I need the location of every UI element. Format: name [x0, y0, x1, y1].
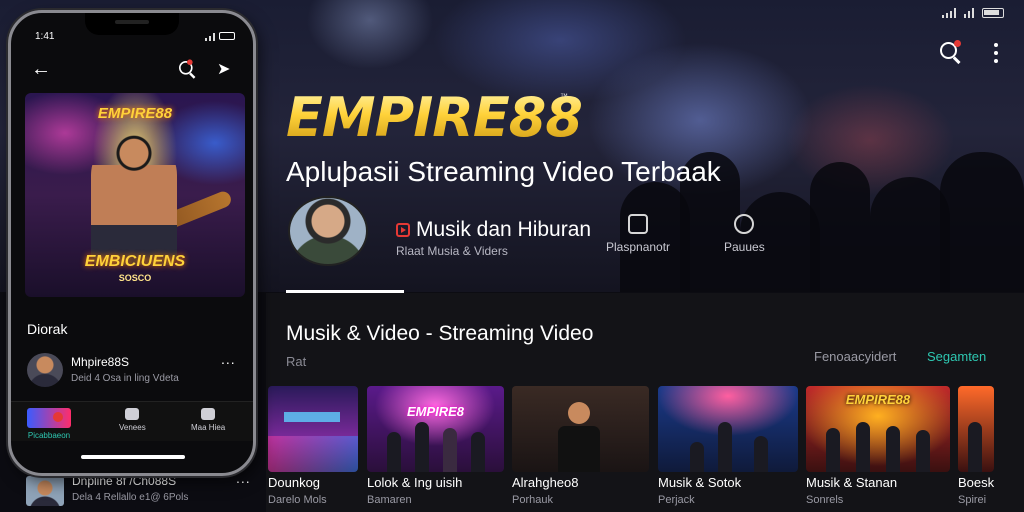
signal-icon	[205, 31, 215, 41]
phone-status-bar	[205, 31, 235, 41]
card-title[interactable]: Lolok & Ing uisih	[367, 475, 462, 490]
share-icon[interactable]: ➤	[217, 59, 230, 79]
card-thumb-text: EMPIRE88	[845, 392, 911, 407]
section-title: Musik & Video - Streaming Video	[286, 322, 594, 345]
video-card[interactable]	[658, 386, 798, 472]
stat-photos[interactable]: Pauues	[724, 214, 765, 254]
video-card[interactable]: EMPIRE8	[367, 386, 504, 472]
page-title: Apluþasii Streaming Video Terbaak	[286, 156, 721, 187]
phone-mockup: 1:41 ← ➤ EMPIRE88 EMBICIUENS SOSCO Diora…	[8, 10, 256, 476]
card-title[interactable]: Boesk	[958, 475, 994, 490]
card-subtitle: Perjack	[658, 494, 695, 506]
poster-title: EMBICIUENS	[84, 253, 186, 270]
avatar[interactable]	[26, 476, 64, 506]
card-title[interactable]: Musik & Stanan	[806, 475, 897, 490]
phone-notch	[85, 13, 179, 35]
nav-label: Maa Hiea	[191, 423, 226, 432]
bottom-nav: Picabbaeon Venees Maa Hiea	[11, 401, 253, 441]
nav-label: Picabbaeon	[27, 431, 71, 440]
signal-icon	[942, 8, 956, 18]
category-link[interactable]: Musik dan Hiburan	[396, 218, 591, 242]
user-icon	[125, 408, 140, 420]
phone-section-label: Diorak	[27, 321, 68, 337]
trademark: ™	[560, 92, 568, 101]
search-icon[interactable]	[940, 40, 962, 64]
stat-likes[interactable]: Plaspnanotr	[606, 214, 670, 254]
channel-avatar[interactable]	[288, 196, 368, 266]
list-item-title[interactable]: Dnpline 8f /Ch088S	[72, 474, 176, 488]
section-link-secondary[interactable]: Fenoaacyidert	[814, 349, 896, 364]
video-card[interactable]	[958, 386, 994, 472]
card-subtitle: Porhauk	[512, 494, 553, 506]
nav-item-library[interactable]: Maa Hiea	[191, 408, 225, 432]
list-item-title[interactable]: Mhpire88S	[71, 355, 129, 369]
video-card[interactable]: EMPIRE88	[806, 386, 950, 472]
status-bar	[942, 8, 1004, 18]
poster-subtitle: SOSCO	[118, 273, 152, 283]
home-thumbnail-icon	[27, 408, 71, 428]
section-subtitle: Rat	[286, 354, 307, 369]
more-options-icon[interactable]: ...	[236, 470, 251, 486]
nav-item-home[interactable]: Picabbaeon	[27, 408, 71, 440]
library-icon	[201, 408, 216, 420]
notification-dot	[187, 59, 193, 65]
nav-item-videos[interactable]: Venees	[119, 408, 146, 432]
card-title[interactable]: Musik & Sotok	[658, 475, 741, 490]
card-title[interactable]: Alrahgheo8	[512, 475, 579, 490]
battery-icon	[219, 32, 235, 40]
stat-label: Plaspnanotr	[606, 240, 671, 254]
avatar[interactable]	[27, 353, 63, 387]
card-subtitle: Darelo Mols	[268, 494, 327, 506]
thumbs-up-icon	[628, 214, 649, 234]
card-subtitle: Bamaren	[367, 494, 412, 506]
brand-logo: EMPIRE88	[286, 86, 583, 149]
camera-icon	[734, 214, 755, 234]
video-card[interactable]	[512, 386, 649, 472]
card-thumb-text: EMPIRE8	[406, 404, 465, 419]
back-arrow-icon[interactable]: ←	[31, 59, 51, 79]
video-card[interactable]	[268, 386, 358, 472]
play-icon	[396, 223, 410, 237]
more-options-icon[interactable]	[994, 43, 998, 63]
category-subtitle: Rlaat Musia & Viders	[396, 244, 508, 258]
home-indicator	[81, 455, 185, 459]
battery-icon	[982, 8, 1004, 18]
search-icon[interactable]	[179, 59, 193, 75]
phone-time: 1:41	[35, 31, 55, 42]
category-label: Musik dan Hiburan	[416, 218, 592, 241]
featured-poster[interactable]: EMPIRE88 EMBICIUENS SOSCO	[25, 93, 245, 297]
card-subtitle: Spirei	[958, 494, 987, 506]
more-options-icon[interactable]: ...	[221, 351, 236, 367]
card-subtitle: Sonrels	[806, 494, 844, 506]
card-title[interactable]: Dounkog	[268, 475, 320, 490]
list-item-subtitle: Deid 4 Osa in ling Vdeta	[71, 373, 179, 384]
section-link-see-all[interactable]: Segamten	[927, 349, 986, 364]
notification-dot	[954, 40, 961, 47]
top-actions	[940, 40, 998, 64]
poster-brand: EMPIRE88	[97, 105, 173, 122]
nav-label: Venees	[119, 423, 146, 432]
poster-performer	[91, 135, 177, 265]
wifi-icon	[964, 8, 974, 18]
list-item-subtitle: Dela 4 Rellallo e1@ 6Pols	[72, 492, 189, 503]
stat-label: Pauues	[724, 240, 765, 254]
